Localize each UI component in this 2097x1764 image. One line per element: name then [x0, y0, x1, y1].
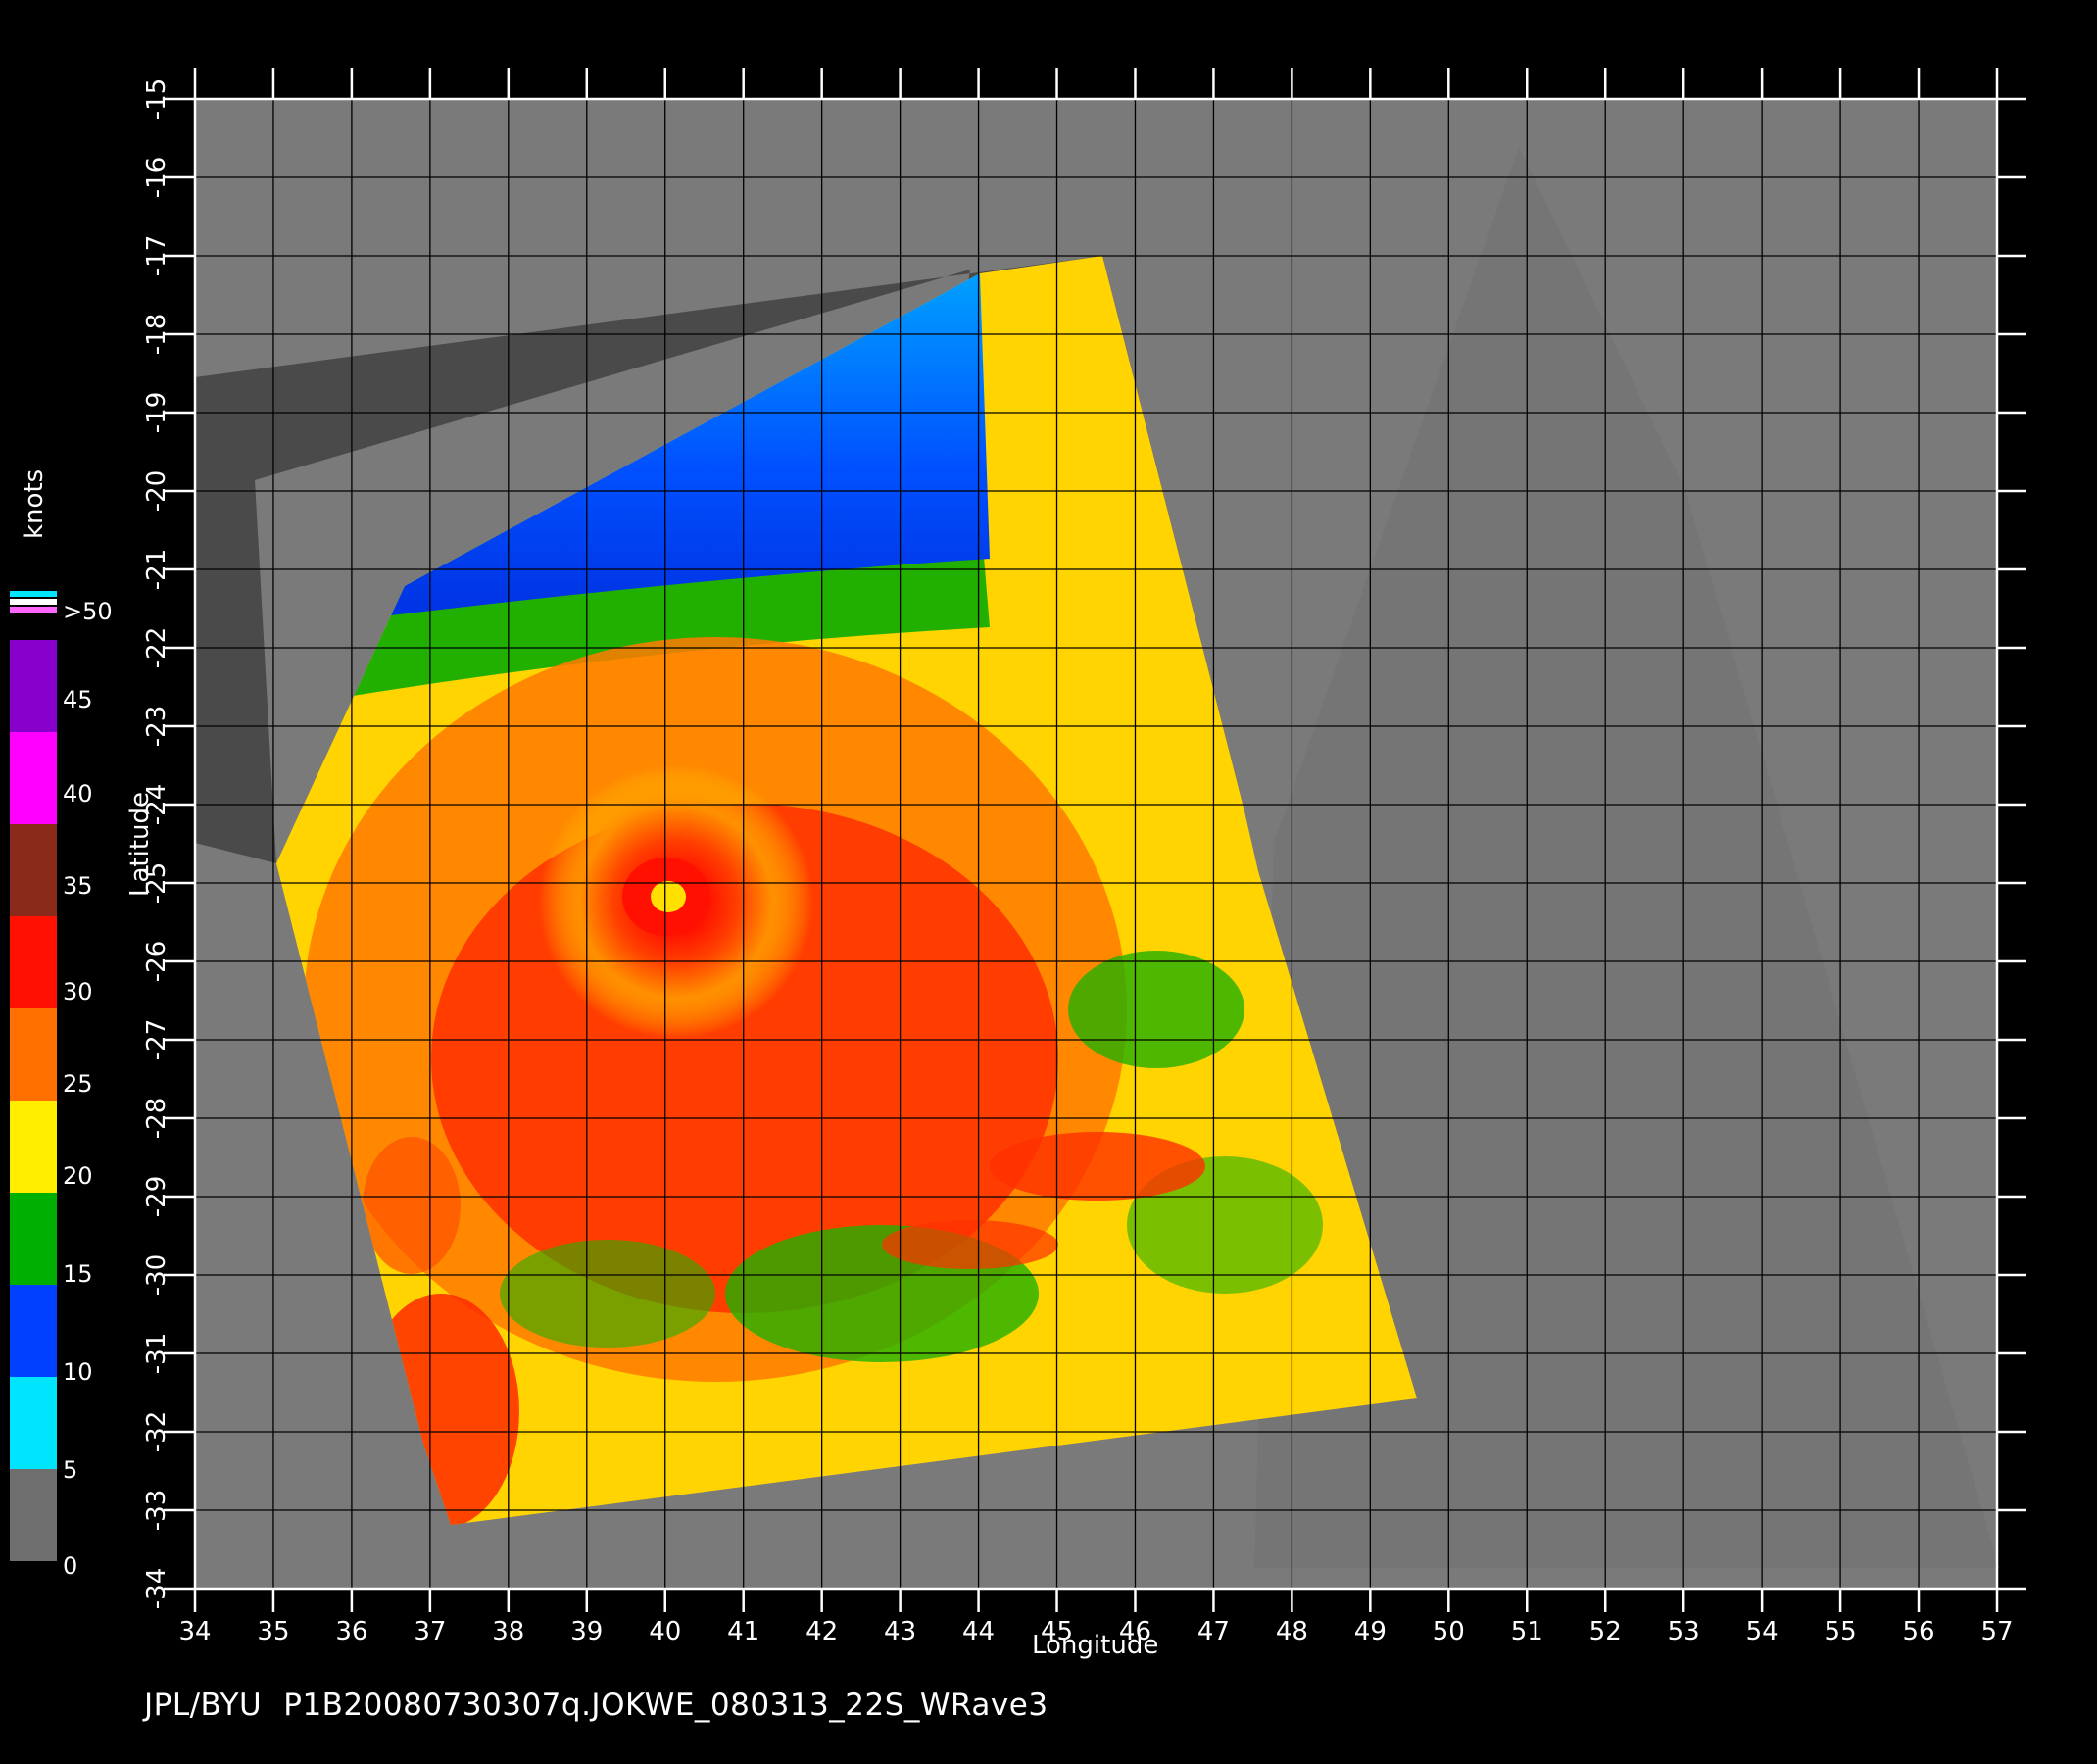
colorbar — [10, 591, 57, 1561]
lat-tick-label: -16 — [142, 157, 171, 198]
colorbar-label-25: 25 — [63, 1070, 93, 1098]
lat-tick-label: -17 — [142, 235, 171, 276]
lat-tick-label: -34 — [142, 1568, 171, 1609]
lon-tick-label: 51 — [1511, 1617, 1543, 1646]
y-axis-title: Latitude — [125, 791, 155, 897]
lat-tick-label: -21 — [142, 549, 171, 590]
lat-tick-label: -30 — [142, 1254, 171, 1296]
colorbar-label-45: 45 — [63, 686, 93, 713]
lat-tick-label: -18 — [142, 314, 171, 355]
footer-filename: P1B20080730307q.JOKWE_080313_22S_WRave3 — [283, 1688, 1048, 1723]
lon-tick-label: 35 — [257, 1617, 289, 1646]
lon-tick-label: 56 — [1902, 1617, 1934, 1646]
colorbar-title: knots — [20, 468, 49, 539]
lat-tick-label: -26 — [142, 941, 171, 982]
lon-tick-label: 43 — [884, 1617, 916, 1646]
lon-tick-label: 52 — [1589, 1617, 1622, 1646]
lat-tick-label: -23 — [142, 706, 171, 747]
lon-tick-label: 39 — [570, 1617, 603, 1646]
lat-tick-label: -33 — [142, 1490, 171, 1531]
lon-tick-label: 34 — [178, 1617, 211, 1646]
lat-tick-label: -19 — [142, 392, 171, 433]
lon-tick-label: 49 — [1354, 1617, 1387, 1646]
lon-tick-label: 48 — [1276, 1617, 1308, 1646]
lon-tick-label: 36 — [335, 1617, 367, 1646]
lon-tick-label: 37 — [414, 1617, 446, 1646]
colorbar-label-15: 15 — [63, 1260, 93, 1288]
lon-tick-label: 47 — [1197, 1617, 1230, 1646]
lat-tick-label: -27 — [142, 1019, 171, 1060]
lon-tick-label: 53 — [1668, 1617, 1700, 1646]
lon-tick-label: 41 — [727, 1617, 759, 1646]
lat-tick-label: -15 — [142, 78, 171, 120]
lon-tick-label: 38 — [492, 1617, 524, 1646]
colorbar-label-20: 20 — [63, 1162, 93, 1190]
lat-tick-label: -29 — [142, 1176, 171, 1217]
colorbar-label-30: 30 — [63, 978, 93, 1005]
colorbar-label-40: 40 — [63, 780, 93, 808]
lon-tick-label: 54 — [1746, 1617, 1779, 1646]
lat-tick-label: -28 — [142, 1098, 171, 1139]
colorbar-label-10: 10 — [63, 1358, 93, 1386]
lon-tick-label: 57 — [1980, 1617, 2013, 1646]
lon-tick-label: 40 — [649, 1617, 681, 1646]
x-axis-title: Longitude — [1032, 1631, 1159, 1660]
lat-tick-label: -20 — [142, 470, 171, 512]
colorbar-label-0: 0 — [63, 1552, 78, 1580]
lon-tick-label: 44 — [962, 1617, 995, 1646]
colorbar-label-50: >50 — [63, 598, 113, 625]
colorbar-label-5: 5 — [63, 1456, 78, 1484]
footer-source: JPL/BYU — [144, 1688, 263, 1723]
wind-map: 34 35 36 37 38 39 40 41 42 43 44 45 46 47 48 49 50 51 52 53… — [10, 68, 2026, 1646]
lon-tick-label: 50 — [1433, 1617, 1465, 1646]
lat-tick-label: -31 — [142, 1333, 171, 1374]
lon-tick-label: 55 — [1825, 1617, 1857, 1646]
lat-tick-label: -22 — [142, 627, 171, 668]
colorbar-label-35: 35 — [63, 872, 93, 900]
lat-tick-label: -32 — [142, 1411, 171, 1452]
lon-tick-label: 42 — [805, 1617, 838, 1646]
footer-caption: JPL/BYU P1B20080730307q.JOKWE_080313_22S_… — [144, 1688, 1070, 1723]
